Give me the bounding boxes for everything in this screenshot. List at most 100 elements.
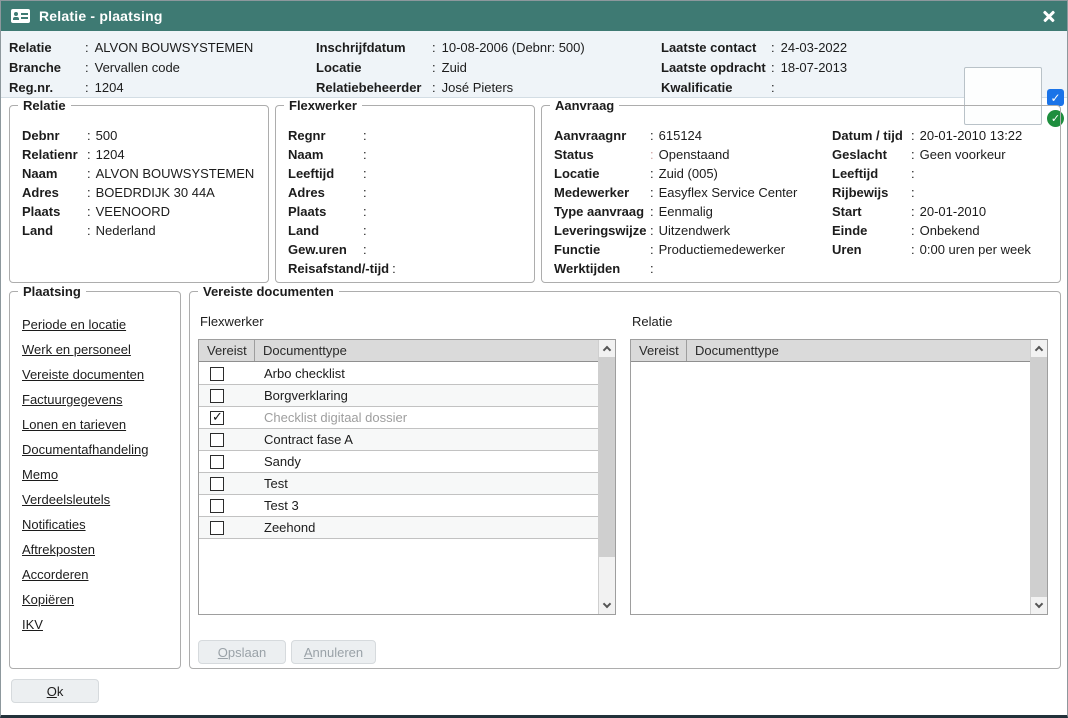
sidebar-item-documentafhandeling[interactable]: Documentafhandeling	[22, 443, 180, 456]
ok-button[interactable]: Ok	[11, 679, 99, 703]
window-title: Relatie - plaatsing	[39, 8, 163, 24]
chevron-down-icon	[603, 600, 611, 608]
table-row[interactable]: Checklist digitaal dossier	[199, 407, 598, 429]
flexwerker-table-label: Flexwerker	[200, 314, 264, 329]
cancel-button[interactable]: Annuleren	[291, 640, 376, 664]
field-row: Einde:Onbekend	[832, 221, 1031, 240]
header-field: Relatiebeheerder:José Pieters	[316, 78, 585, 98]
panel-legend: Relatie	[18, 98, 71, 113]
sidebar-item-kopieren[interactable]: Kopiëren	[22, 593, 180, 606]
field-value: ALVON BOUWSYSTEMEN	[96, 164, 255, 183]
documenttype-cell: Checklist digitaal dossier	[255, 410, 407, 425]
field-row: Adres:BOEDRDIJK 30 44A	[22, 183, 268, 202]
field-row: Gew.uren:	[288, 240, 534, 259]
sidebar-item-accorderen[interactable]: Accorderen	[22, 568, 180, 581]
field-value: 10-08-2006 (Debnr: 500)	[442, 38, 585, 58]
field-value: 20-01-2010	[920, 202, 987, 221]
sidebar-item-factuurgegevens[interactable]: Factuurgegevens	[22, 393, 180, 406]
header-field: Kwalificatie:	[661, 78, 847, 98]
field-value: Onbekend	[920, 221, 980, 240]
sidebar-item-verdeelsleutels[interactable]: Verdeelsleutels	[22, 493, 180, 506]
flexwerker-documents-table: Vereist Documenttype Arbo checklist Borg…	[198, 339, 616, 615]
table-row[interactable]: Test 3	[199, 495, 598, 517]
panel-flexwerker: Flexwerker Regnr: Naam: Leeftijd: Adres:…	[275, 105, 535, 283]
field-row: Geslacht:Geen voorkeur	[832, 145, 1031, 164]
vereist-checkbox[interactable]	[210, 477, 224, 491]
field-row: Adres:	[288, 183, 534, 202]
header-field: Laatste contact:24-03-2022	[661, 38, 847, 58]
header-checkbox-checked[interactable]: ✓	[1047, 89, 1064, 106]
panel-relatie: Relatie Debnr:500 Relatienr:1204 Naam:AL…	[9, 105, 269, 283]
field-value: VEENOORD	[96, 202, 170, 221]
save-button[interactable]: Opslaan	[198, 640, 286, 664]
header-group-relatie: Relatie:ALVON BOUWSYSTEMEN Branche:Verva…	[9, 38, 253, 98]
field-row: Debnr:500	[22, 126, 268, 145]
field-row: Plaats:VEENOORD	[22, 202, 268, 221]
table-header: Vereist Documenttype	[631, 340, 1030, 362]
field-value: BOEDRDIJK 30 44A	[96, 183, 215, 202]
header-field: Reg.nr.:1204	[9, 78, 253, 98]
field-row: Datum / tijd:20-01-2010 13:22	[832, 126, 1031, 145]
vereist-checkbox[interactable]	[210, 433, 224, 447]
scrollbar[interactable]	[1030, 340, 1047, 614]
scrollbar-down-button[interactable]	[1031, 597, 1047, 614]
close-button[interactable]	[1041, 8, 1057, 24]
scrollbar[interactable]	[598, 340, 615, 614]
vereist-checkbox[interactable]	[210, 389, 224, 403]
sidebar-item-aftrekposten[interactable]: Aftrekposten	[22, 543, 180, 556]
header-summary: Relatie:ALVON BOUWSYSTEMEN Branche:Verva…	[1, 31, 1067, 98]
vereist-checkbox[interactable]	[210, 499, 224, 513]
field-row: Leeftijd:	[288, 164, 534, 183]
sidebar-item-vereiste-documenten[interactable]: Vereiste documenten	[22, 368, 180, 381]
scrollbar-thumb[interactable]	[1031, 357, 1047, 597]
header-field: Relatie:ALVON BOUWSYSTEMEN	[9, 38, 253, 58]
table-row[interactable]: Contract fase A	[199, 429, 598, 451]
field-value: Geen voorkeur	[920, 145, 1006, 164]
field-row: Land:Nederland	[22, 221, 268, 240]
col-header-documenttype: Documenttype	[687, 340, 1030, 361]
table-row[interactable]: Sandy	[199, 451, 598, 473]
field-row: Werktijden:	[554, 259, 1060, 278]
col-header-documenttype: Documenttype	[255, 340, 598, 361]
chevron-up-icon	[1035, 346, 1043, 354]
titlebar: Relatie - plaatsing	[1, 1, 1067, 31]
documenttype-cell: Borgverklaring	[255, 388, 348, 403]
panel-legend: Flexwerker	[284, 98, 362, 113]
table-row[interactable]: Test	[199, 473, 598, 495]
col-header-vereist: Vereist	[199, 340, 255, 361]
sidebar-item-ikv[interactable]: IKV	[22, 618, 180, 631]
table-row[interactable]: Arbo checklist	[199, 363, 598, 385]
sidebar-item-lonen-en-tarieven[interactable]: Lonen en tarieven	[22, 418, 180, 431]
panel-vereiste-documenten: Vereiste documenten Flexwerker Relatie V…	[189, 291, 1061, 669]
field-row: Naam:	[288, 145, 534, 164]
sidebar-item-periode-en-locatie[interactable]: Periode en locatie	[22, 318, 180, 331]
table-row[interactable]: Zeehond	[199, 517, 598, 539]
scrollbar-thumb[interactable]	[599, 357, 615, 557]
table-row[interactable]: Borgverklaring	[199, 385, 598, 407]
field-value: Zuid (005)	[659, 164, 718, 183]
relatie-documents-table: Vereist Documenttype	[630, 339, 1048, 615]
chevron-up-icon	[603, 346, 611, 354]
field-value: 1204	[96, 145, 125, 164]
field-value: 1204	[95, 78, 124, 98]
panel-plaatsing: Plaatsing Periode en locatie Werk en per…	[9, 291, 181, 669]
vereist-checkbox[interactable]	[210, 367, 224, 381]
sidebar-item-memo[interactable]: Memo	[22, 468, 180, 481]
scrollbar-down-button[interactable]	[599, 597, 615, 614]
field-value: Zuid	[442, 58, 467, 78]
vereist-checkbox[interactable]	[210, 455, 224, 469]
field-value: Easyflex Service Center	[659, 183, 798, 202]
header-field: Branche:Vervallen code	[9, 58, 253, 78]
field-value: 0:00 uren per week	[920, 240, 1031, 259]
scrollbar-up-button[interactable]	[599, 340, 615, 357]
field-row: Naam:ALVON BOUWSYSTEMEN	[22, 164, 268, 183]
field-value: Eenmalig	[659, 202, 713, 221]
header-group-inschrijving: Inschrijfdatum:10-08-2006 (Debnr: 500) L…	[316, 38, 585, 98]
field-value: 615124	[659, 126, 702, 145]
vereist-checkbox[interactable]	[210, 411, 224, 425]
sidebar-item-werk-en-personeel[interactable]: Werk en personeel	[22, 343, 180, 356]
sidebar-item-notificaties[interactable]: Notificaties	[22, 518, 180, 531]
vereist-checkbox[interactable]	[210, 521, 224, 535]
contact-card-icon	[11, 9, 30, 23]
scrollbar-up-button[interactable]	[1031, 340, 1047, 357]
